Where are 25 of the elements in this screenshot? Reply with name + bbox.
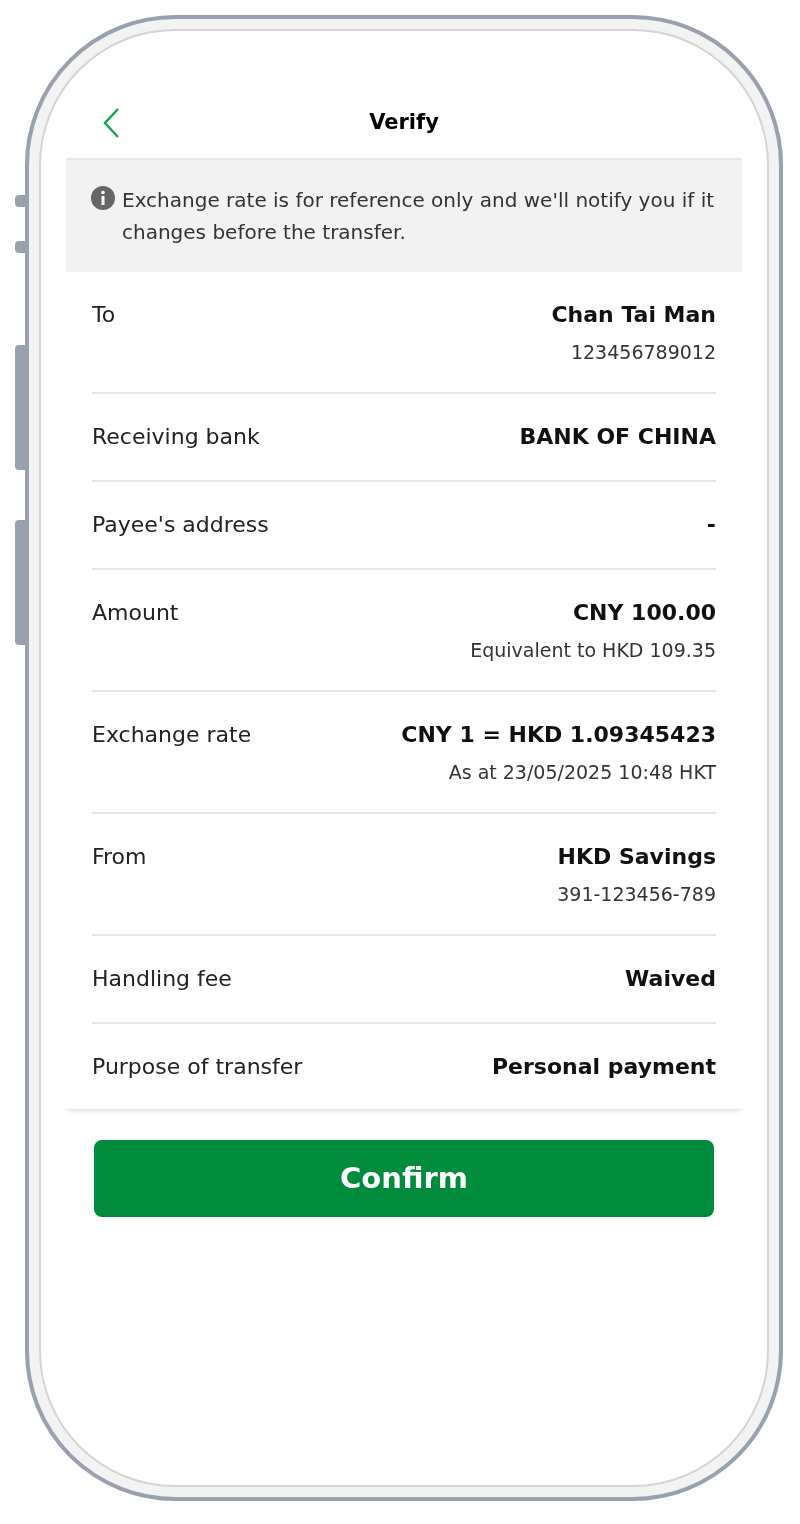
confirm-button[interactable]: Confirm [94,1140,714,1217]
back-icon[interactable] [102,106,120,139]
info-icon [90,185,116,211]
detail-value: - [706,511,716,539]
detail-label: To [92,301,116,329]
detail-label: Exchange rate [92,721,252,749]
detail-label: Amount [92,599,179,627]
detail-label: Payee's address [92,511,269,539]
detail-value: Waived [625,965,716,993]
detail-subtext: 123456789012 [570,340,716,365]
detail-value: Chan Tai Man [551,301,716,329]
detail-value: BANK OF CHINA [519,423,716,451]
notice-text: Exchange rate is for reference only and we'll notify you if it changes before the transfer. [122,187,716,246]
detail-label: Handling fee [92,965,232,993]
detail-value: HKD Savings [557,843,716,871]
detail-label: Receiving bank [92,423,260,451]
detail-label: From [92,843,147,871]
detail-value: CNY 100.00 [572,599,716,627]
screen-title: Verify [369,108,439,136]
detail-subtext: Equivalent to HKD 109.35 [470,638,716,663]
detail-subtext: 391-123456-789 [557,882,716,907]
detail-value: CNY 1 = HKD 1.09345423 [401,721,716,749]
detail-value: Personal payment [491,1053,716,1081]
detail-subtext: As at 23/05/2025 10:48 HKT [448,760,716,785]
detail-label: Purpose of transfer [92,1053,303,1081]
